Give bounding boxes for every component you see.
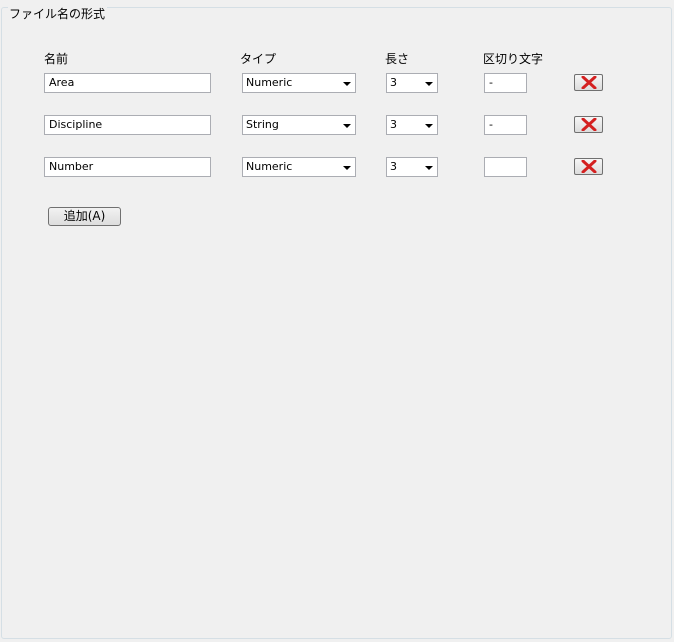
name-input[interactable]: Area xyxy=(44,73,211,93)
type-select-value: String xyxy=(246,118,279,131)
header-name: 名前 xyxy=(44,52,69,66)
length-select[interactable]: 3 xyxy=(386,157,438,177)
chevron-down-icon xyxy=(343,82,351,86)
delete-row-button[interactable] xyxy=(574,74,603,91)
header-type: タイプ xyxy=(240,52,277,66)
chevron-down-icon xyxy=(425,82,433,86)
length-select[interactable]: 3 xyxy=(386,115,438,135)
chevron-down-icon xyxy=(343,166,351,170)
length-select[interactable]: 3 xyxy=(386,73,438,93)
name-input[interactable]: Discipline xyxy=(44,115,211,135)
chevron-down-icon xyxy=(343,124,351,128)
type-select[interactable]: String xyxy=(242,115,356,135)
chevron-down-icon xyxy=(425,124,433,128)
length-select-value: 3 xyxy=(390,76,397,89)
delete-row-button[interactable] xyxy=(574,158,603,175)
delete-row-button[interactable] xyxy=(574,116,603,133)
filename-format-group: ファイル名の形式 xyxy=(1,7,672,639)
add-button[interactable]: 追加(A) xyxy=(48,207,121,226)
type-select[interactable]: Numeric xyxy=(242,157,356,177)
header-length: 長さ xyxy=(385,52,410,66)
separator-input[interactable]: - xyxy=(484,115,527,135)
type-select[interactable]: Numeric xyxy=(242,73,356,93)
name-input[interactable]: Number xyxy=(44,157,211,177)
chevron-down-icon xyxy=(425,166,433,170)
separator-input[interactable]: - xyxy=(484,73,527,93)
delete-x-icon xyxy=(581,76,597,89)
delete-x-icon xyxy=(581,160,597,173)
length-select-value: 3 xyxy=(390,160,397,173)
length-select-value: 3 xyxy=(390,118,397,131)
header-separator: 区切り文字 xyxy=(483,52,544,66)
type-select-value: Numeric xyxy=(246,160,293,173)
type-select-value: Numeric xyxy=(246,76,293,89)
group-title: ファイル名の形式 xyxy=(8,7,108,21)
delete-x-icon xyxy=(581,118,597,131)
separator-input[interactable] xyxy=(484,157,527,177)
